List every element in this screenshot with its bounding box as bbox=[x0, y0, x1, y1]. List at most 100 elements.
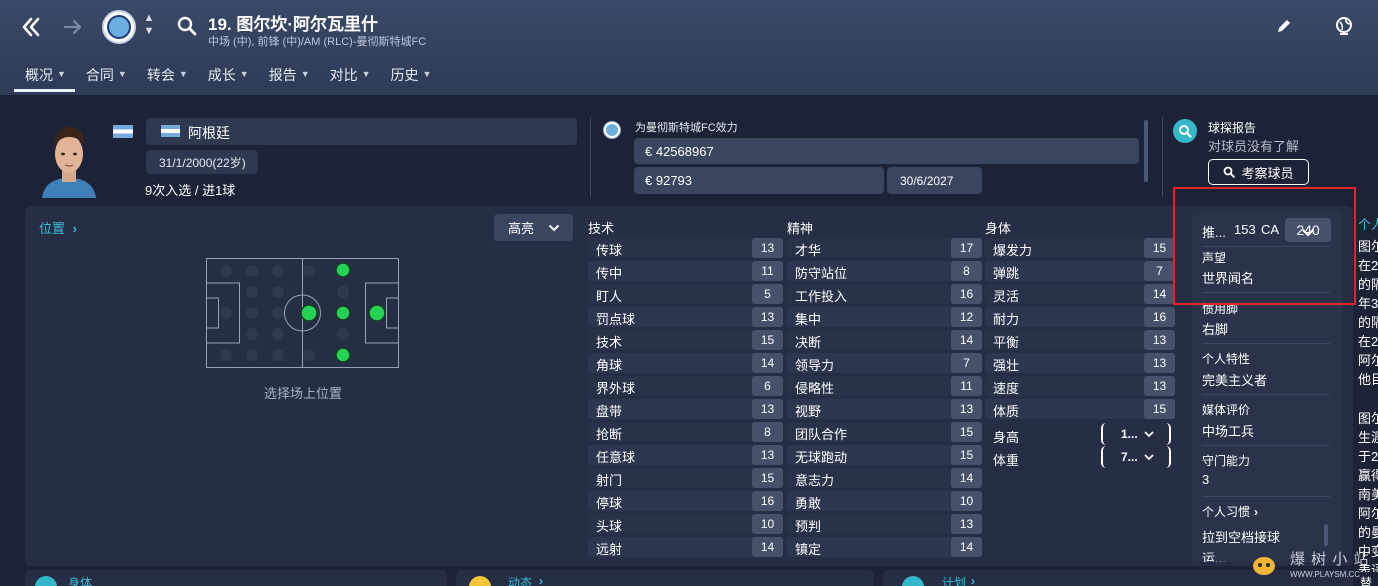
transfer-value: € 42568967 bbox=[634, 138, 1139, 164]
highlight-dropdown[interactable]: 高亮 bbox=[494, 214, 573, 241]
attribute-row[interactable]: 预判 13 bbox=[787, 514, 982, 534]
chevron-down-icon bbox=[548, 224, 560, 231]
attribute-value: 14 bbox=[1144, 284, 1175, 304]
attribute-row[interactable]: 任意球 13 bbox=[588, 445, 783, 465]
forward-icon[interactable] bbox=[58, 12, 88, 42]
international-caps[interactable]: 9次入选 / 进1球 bbox=[145, 180, 235, 199]
player-traits-link[interactable]: 个人习惯 › bbox=[1202, 503, 1258, 520]
attribute-row[interactable]: 射门 15 bbox=[588, 468, 783, 488]
attribute-row[interactable]: 技术 15 bbox=[588, 330, 783, 350]
attribute-value: 15 bbox=[951, 445, 982, 465]
watermark-logo: 爆 树 小 站 WWW.PLAYSM.CC bbox=[1250, 548, 1370, 584]
club-crest-icon[interactable] bbox=[102, 10, 136, 44]
attribute-row[interactable]: 领导力 7 bbox=[787, 353, 982, 373]
attribute-row[interactable]: 停球 16 bbox=[588, 491, 783, 511]
tab-overview[interactable]: 概况 ▼ bbox=[14, 60, 75, 92]
attribute-row[interactable]: 无球跑动 15 bbox=[787, 445, 982, 465]
attribute-value: 13 bbox=[1144, 376, 1175, 396]
attribute-row[interactable]: 意志力 14 bbox=[787, 468, 982, 488]
plays-for-label[interactable]: 为曼彻斯特城FC效力 bbox=[635, 119, 738, 135]
attribute-row[interactable]: 视野 13 bbox=[787, 399, 982, 419]
attribute-row[interactable]: 体质 15 bbox=[985, 399, 1175, 419]
attribute-row[interactable]: 决断 14 bbox=[787, 330, 982, 350]
attribute-row[interactable]: 传中 11 bbox=[588, 261, 783, 281]
attribute-row[interactable]: 强壮 13 bbox=[985, 353, 1175, 373]
bio-line: 图尔 bbox=[1358, 239, 1378, 254]
bio-column: 个人 图尔 在2 的隔 年3 的隔 在2 阿尔 他目 图尔 生涯 于2 赢得 南美 阿尔 的曼 中变 表语 bbox=[1355, 212, 1378, 572]
chevron-down-icon: ▼ bbox=[361, 69, 371, 79]
tab-transfer[interactable]: 转会 ▼ bbox=[136, 60, 197, 92]
globe-icon[interactable] bbox=[1334, 16, 1354, 36]
attribute-value: 13 bbox=[951, 514, 982, 534]
physical-card-title[interactable]: 身体 bbox=[68, 574, 92, 586]
attribute-row[interactable]: 远射 14 bbox=[588, 537, 783, 557]
attribute-name: 集中 bbox=[795, 312, 822, 327]
attribute-row[interactable]: 罚点球 13 bbox=[588, 307, 783, 327]
attribute-row[interactable]: 头球 10 bbox=[588, 514, 783, 534]
height-selector[interactable]: 1... bbox=[1101, 423, 1171, 445]
position-pitch[interactable] bbox=[206, 258, 399, 368]
attribute-name: 镇定 bbox=[795, 542, 822, 557]
scrollbar[interactable] bbox=[1144, 120, 1148, 182]
attribute-value: 14 bbox=[951, 330, 982, 350]
attribute-value: 13 bbox=[752, 445, 783, 465]
attribute-row[interactable]: 平衡 13 bbox=[985, 330, 1175, 350]
attribute-row[interactable]: 耐力 16 bbox=[985, 307, 1175, 327]
attribute-row[interactable]: 盘带 13 bbox=[588, 399, 783, 419]
attribute-name: 强壮 bbox=[993, 358, 1020, 373]
attribute-row[interactable]: 勇敢 10 bbox=[787, 491, 982, 511]
attribute-row[interactable]: 传球 13 bbox=[588, 238, 783, 258]
attribute-row[interactable]: 团队合作 15 bbox=[787, 422, 982, 442]
attribute-row[interactable]: 侵略性 11 bbox=[787, 376, 982, 396]
scrollbar[interactable] bbox=[1324, 524, 1328, 546]
scout-player-button[interactable]: 考察球员 bbox=[1208, 159, 1309, 185]
attribute-row[interactable]: 弹跳 7 bbox=[985, 261, 1175, 281]
dynamics-card-title[interactable]: 动态 bbox=[508, 574, 532, 586]
attribute-name: 技术 bbox=[596, 335, 623, 350]
contract-expiry: 30/6/2027 bbox=[887, 167, 982, 194]
back-icon[interactable] bbox=[16, 12, 46, 42]
attribute-name: 灵活 bbox=[993, 289, 1020, 304]
tab-contract[interactable]: 合同 ▼ bbox=[75, 60, 136, 92]
tab-development[interactable]: 成长 ▼ bbox=[197, 60, 258, 92]
highlight-label: 高亮 bbox=[508, 221, 535, 236]
plan-card-title[interactable]: 计划 bbox=[942, 574, 966, 586]
chevron-right-icon: › bbox=[1254, 505, 1259, 519]
face-icon bbox=[469, 576, 491, 586]
attribute-value: 7 bbox=[951, 353, 982, 373]
attribute-row[interactable]: 爆发力 15 bbox=[985, 238, 1175, 258]
personality-label: 个人特性 bbox=[1202, 352, 1251, 366]
attribute-row[interactable]: 角球 14 bbox=[588, 353, 783, 373]
chevron-down-icon: ▼ bbox=[178, 69, 188, 79]
tab-label: 概况 bbox=[25, 67, 53, 83]
attribute-value: 14 bbox=[752, 353, 783, 373]
attribute-value: 14 bbox=[951, 537, 982, 557]
tab-compare[interactable]: 对比 ▼ bbox=[319, 60, 380, 92]
attribute-name: 角球 bbox=[596, 358, 623, 373]
club-badge-icon bbox=[603, 121, 621, 139]
edit-pencil-icon[interactable] bbox=[1274, 16, 1294, 36]
attribute-row[interactable]: 防守站位 8 bbox=[787, 261, 982, 281]
attribute-row[interactable]: 盯人 5 bbox=[588, 284, 783, 304]
player-switch-arrows-icon[interactable]: ▲ ▼ bbox=[142, 12, 156, 42]
tab-label: 合同 bbox=[85, 67, 114, 83]
bio-title[interactable]: 个人 bbox=[1358, 214, 1378, 233]
chevron-right-icon: › bbox=[971, 574, 975, 586]
attribute-row[interactable]: 界外球 6 bbox=[588, 376, 783, 396]
attribute-row[interactable]: 工作投入 16 bbox=[787, 284, 982, 304]
positions-link[interactable]: 位置 › bbox=[39, 218, 77, 237]
attribute-name: 传中 bbox=[596, 266, 623, 281]
attribute-row[interactable]: 速度 13 bbox=[985, 376, 1175, 396]
attribute-row[interactable]: 抢断 8 bbox=[588, 422, 783, 442]
attribute-row[interactable]: 才华 17 bbox=[787, 238, 982, 258]
attribute-row[interactable]: 灵活 14 bbox=[985, 284, 1175, 304]
search-icon[interactable] bbox=[176, 15, 198, 37]
plan-icon bbox=[902, 576, 924, 586]
bio-line: 的隔 bbox=[1358, 277, 1378, 292]
attribute-row[interactable]: 镇定 14 bbox=[787, 537, 982, 557]
attribute-row[interactable]: 集中 12 bbox=[787, 307, 982, 327]
tab-history[interactable]: 历史 ▼ bbox=[380, 60, 441, 92]
attribute-value: 12 bbox=[951, 307, 982, 327]
tab-reports[interactable]: 报告 ▼ bbox=[258, 60, 319, 92]
weight-selector[interactable]: 7... bbox=[1101, 446, 1171, 468]
